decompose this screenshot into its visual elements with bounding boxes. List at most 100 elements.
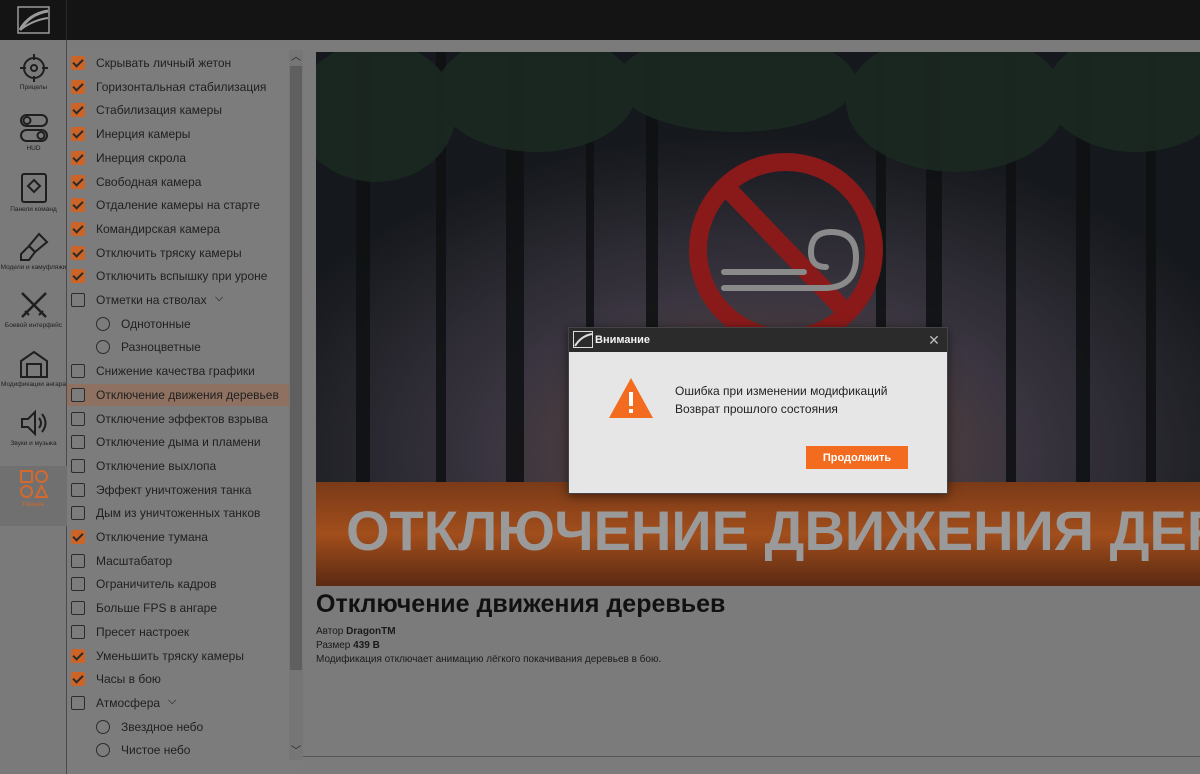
mod-item[interactable]: Дым из уничтоженных танков [67,502,289,524]
checkbox[interactable] [71,150,85,165]
mod-item[interactable]: Свободная камера [67,171,289,193]
dialog-titlebar[interactable]: Внимание ✕ [569,328,947,352]
checkbox[interactable] [71,127,85,142]
mod-item[interactable]: Масштабатор [67,550,289,572]
checkbox[interactable] [71,577,85,592]
mod-item-label: Разноцветные [121,340,201,355]
mod-item-label: Отключение эффектов взрыва [96,411,268,426]
checkbox[interactable] [71,601,85,616]
close-icon[interactable]: ✕ [927,331,941,349]
radio-button[interactable] [96,743,110,758]
sidebar-item-hangar-mods[interactable]: Модификации ангара [0,349,67,389]
sidebar-item-misc[interactable]: Разное [0,466,67,526]
mod-item-label: Чистое небо [121,743,191,758]
mod-item[interactable]: Отключение дыма и пламени [67,431,289,453]
checkbox[interactable] [71,245,85,260]
mod-list-scrollbar[interactable]: ︿ ﹀ [289,50,303,760]
checkbox[interactable] [71,695,85,710]
mod-item[interactable]: Отключение эффектов взрыва [67,408,289,430]
mod-item-label: Эффект уничтожения танка [96,482,252,497]
mod-item[interactable]: Пресет настроек [67,621,289,643]
mod-item[interactable]: Командирская камера [67,218,289,240]
mod-description: Модификация отключает анимацию лёгкого п… [316,654,662,665]
checkbox[interactable] [71,56,85,70]
checkbox[interactable] [71,79,85,94]
sidebar-item-models-camo[interactable]: Модели и камуфляжи [0,232,67,272]
mod-item[interactable]: Скрывать личный жетон [67,52,289,74]
logo-icon [17,6,50,34]
checkbox[interactable] [71,530,85,544]
checkbox[interactable] [71,198,85,213]
mod-item[interactable]: Атмосфера ⌵ [67,692,289,714]
size-label: Размер [316,640,351,651]
mod-item-label: Отключение дыма и пламени [96,435,261,450]
checkbox[interactable] [71,648,85,663]
checkbox[interactable] [71,553,85,568]
mod-item[interactable]: Снижение качества графики [67,360,289,382]
mod-item[interactable]: Стабилизация камеры [67,99,289,121]
shield-icon [20,173,47,203]
checkbox[interactable] [71,435,85,450]
checkbox[interactable] [71,103,85,118]
mod-item[interactable]: Эффект уничтожения танка [67,479,289,501]
checkbox[interactable] [71,506,85,521]
scroll-thumb[interactable] [290,66,302,670]
mod-item-label: Ограничитель кадров [96,577,217,592]
mod-item[interactable]: Отдаление камеры на старте [67,194,289,216]
mod-item[interactable]: Ограничитель кадров [67,573,289,595]
radio-option[interactable]: Разноцветные [67,336,289,358]
mod-item[interactable]: Горизонтальная стабилизация [67,76,289,98]
radio-option[interactable]: Чистое небо [67,739,289,761]
radio-button[interactable] [96,340,110,355]
chevron-down-icon[interactable]: ⌵ [168,695,176,708]
checkbox[interactable] [71,458,85,473]
radio-button[interactable] [96,316,110,331]
mod-item-label: Отключить тряску камеры [96,245,242,260]
divider [303,756,1200,757]
checkbox[interactable] [71,221,85,236]
checkbox[interactable] [71,672,85,687]
sidebar-item-sights[interactable]: Прицелы [0,54,67,92]
mod-item[interactable]: Инерция камеры [67,123,289,145]
sidebar-item-battle-ui[interactable]: Боевой интерфейс [0,290,67,330]
author-label: Автор [316,626,344,637]
mod-item[interactable]: Уменьшить тряску камеры [67,645,289,667]
sidebar-item-label: HUD [26,145,41,152]
chevron-down-icon[interactable]: ⌵ [215,292,223,305]
radio-option[interactable]: Звездное небо [67,716,289,738]
mod-item-label: Стабилизация камеры [96,103,222,118]
continue-button[interactable]: Продолжить [806,446,908,469]
sidebar-item-sounds-music[interactable]: Звуки и музыка [0,408,67,448]
sidebar-item-label: Модификации ангара [0,381,67,388]
sidebar-item-label: Разное [22,501,45,508]
mod-item[interactable]: Отметки на стволах ⌵ [67,289,289,311]
mod-item[interactable]: Отключение выхлопа [67,455,289,477]
radio-button[interactable] [96,719,110,734]
mod-item[interactable]: Отключить тряску камеры [67,242,289,264]
checkbox[interactable] [71,174,85,189]
checkbox[interactable] [71,624,85,639]
mod-item-label: Отдаление камеры на старте [96,198,260,213]
checkbox[interactable] [71,482,85,497]
checkbox[interactable] [71,293,85,307]
checkbox[interactable] [71,364,85,379]
mod-item[interactable]: Отключить вспышку при уроне [67,265,289,287]
sidebar-item-team-panels[interactable]: Панели команд [0,172,67,214]
mod-item-label: Отключение выхлопа [96,458,217,473]
warning-dialog: Внимание ✕ Ошибка при изменении модифика… [568,327,948,494]
checkbox[interactable] [71,269,85,284]
mod-item[interactable]: Больше FPS в ангаре [67,597,289,619]
mod-item[interactable]: Инерция скрола [67,147,289,169]
radio-option[interactable]: Однотонные [67,313,289,335]
logo-icon [573,331,593,348]
checkbox[interactable] [71,387,85,402]
mod-item[interactable]: Часы в бою [67,668,289,690]
checkbox[interactable] [71,411,85,426]
sidebar-item-hud[interactable]: HUD [0,113,67,153]
scroll-down-button[interactable]: ﹀ [289,744,303,760]
mod-item[interactable]: Отключение движения деревьев [67,383,289,406]
mod-item[interactable]: Отключение тумана [67,526,289,548]
scroll-up-button[interactable]: ︿ [289,50,303,66]
mod-item-label: Однотонные [121,316,191,331]
app-logo[interactable] [0,0,67,40]
